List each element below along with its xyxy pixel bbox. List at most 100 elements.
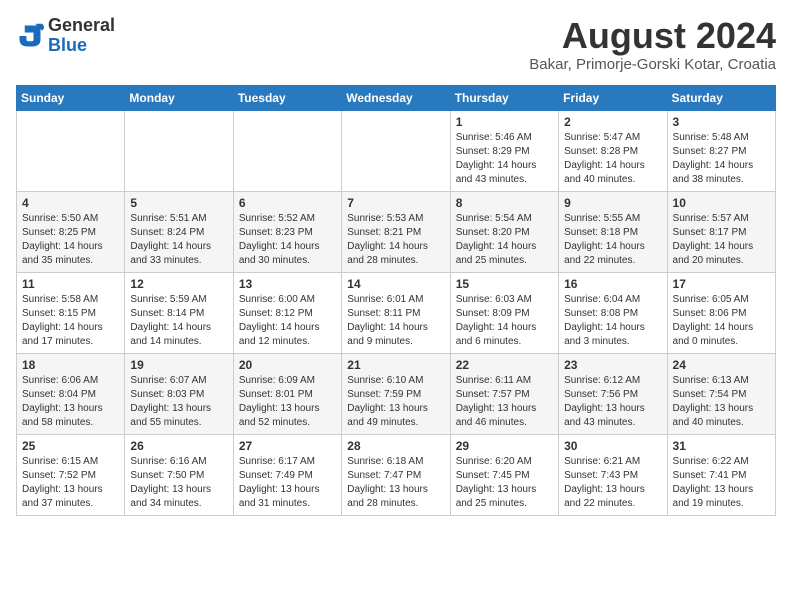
day-detail: Sunrise: 6:01 AM Sunset: 8:11 PM Dayligh… xyxy=(347,293,444,349)
day-number: 17 xyxy=(673,277,770,291)
month-year-title: August 2024 xyxy=(529,16,776,56)
logo-general: General xyxy=(48,15,115,35)
day-detail: Sunrise: 6:17 AM Sunset: 7:49 PM Dayligh… xyxy=(239,455,336,511)
day-of-week-header: Wednesday xyxy=(342,85,450,110)
calendar-day-cell: 23 Sunrise: 6:12 AM Sunset: 7:56 PM Dayli… xyxy=(559,353,667,434)
title-block: August 2024 Bakar, Primorje-Gorski Kotar… xyxy=(529,16,776,73)
day-number: 23 xyxy=(564,358,661,372)
day-detail: Sunrise: 5:52 AM Sunset: 8:23 PM Dayligh… xyxy=(239,212,336,268)
day-number: 6 xyxy=(239,196,336,210)
day-detail: Sunrise: 6:11 AM Sunset: 7:57 PM Dayligh… xyxy=(456,374,553,430)
day-number: 7 xyxy=(347,196,444,210)
location-subtitle: Bakar, Primorje-Gorski Kotar, Croatia xyxy=(529,56,776,73)
day-detail: Sunrise: 5:55 AM Sunset: 8:18 PM Dayligh… xyxy=(564,212,661,268)
day-of-week-header: Saturday xyxy=(667,85,775,110)
day-number: 31 xyxy=(673,439,770,453)
day-number: 15 xyxy=(456,277,553,291)
day-number: 4 xyxy=(22,196,119,210)
day-number: 22 xyxy=(456,358,553,372)
calendar-day-cell: 28 Sunrise: 6:18 AM Sunset: 7:47 PM Dayli… xyxy=(342,434,450,515)
day-of-week-header: Sunday xyxy=(17,85,125,110)
day-number: 1 xyxy=(456,115,553,129)
day-of-week-header: Tuesday xyxy=(233,85,341,110)
day-number: 13 xyxy=(239,277,336,291)
calendar-day-cell: 13 Sunrise: 6:00 AM Sunset: 8:12 PM Dayli… xyxy=(233,272,341,353)
calendar-day-cell: 6 Sunrise: 5:52 AM Sunset: 8:23 PM Daylig… xyxy=(233,191,341,272)
calendar-day-cell: 30 Sunrise: 6:21 AM Sunset: 7:43 PM Dayli… xyxy=(559,434,667,515)
calendar-day-cell: 7 Sunrise: 5:53 AM Sunset: 8:21 PM Daylig… xyxy=(342,191,450,272)
page-header: General Blue August 2024 Bakar, Primorje… xyxy=(16,16,776,73)
day-detail: Sunrise: 6:12 AM Sunset: 7:56 PM Dayligh… xyxy=(564,374,661,430)
logo: General Blue xyxy=(16,16,115,56)
calendar-day-cell: 9 Sunrise: 5:55 AM Sunset: 8:18 PM Daylig… xyxy=(559,191,667,272)
day-number: 26 xyxy=(130,439,227,453)
calendar-day-cell: 16 Sunrise: 6:04 AM Sunset: 8:08 PM Dayli… xyxy=(559,272,667,353)
day-detail: Sunrise: 5:54 AM Sunset: 8:20 PM Dayligh… xyxy=(456,212,553,268)
calendar-week-row: 1 Sunrise: 5:46 AM Sunset: 8:29 PM Daylig… xyxy=(17,110,776,191)
calendar-day-cell: 24Sunrise: 6:13 AM Sunset: 7:54 PM Dayli… xyxy=(667,353,775,434)
day-detail: Sunrise: 6:06 AM Sunset: 8:04 PM Dayligh… xyxy=(22,374,119,430)
calendar-day-cell: 8Sunrise: 5:54 AM Sunset: 8:20 PM Daylig… xyxy=(450,191,558,272)
calendar-day-cell: 21 Sunrise: 6:10 AM Sunset: 7:59 PM Dayli… xyxy=(342,353,450,434)
day-detail: Sunrise: 6:07 AM Sunset: 8:03 PM Dayligh… xyxy=(130,374,227,430)
calendar-day-cell: 15 Sunrise: 6:03 AM Sunset: 8:09 PM Dayli… xyxy=(450,272,558,353)
calendar-table: SundayMondayTuesdayWednesdayThursdayFrid… xyxy=(16,85,776,516)
calendar-day-cell: 1 Sunrise: 5:46 AM Sunset: 8:29 PM Daylig… xyxy=(450,110,558,191)
logo-blue: Blue xyxy=(48,35,87,55)
day-number: 21 xyxy=(347,358,444,372)
day-detail: Sunrise: 6:10 AM Sunset: 7:59 PM Dayligh… xyxy=(347,374,444,430)
day-number: 14 xyxy=(347,277,444,291)
calendar-day-cell xyxy=(125,110,233,191)
day-detail: Sunrise: 6:22 AM Sunset: 7:41 PM Dayligh… xyxy=(673,455,770,511)
day-number: 5 xyxy=(130,196,227,210)
day-number: 12 xyxy=(130,277,227,291)
day-number: 10 xyxy=(673,196,770,210)
day-detail: Sunrise: 5:53 AM Sunset: 8:21 PM Dayligh… xyxy=(347,212,444,268)
day-number: 24 xyxy=(673,358,770,372)
day-number: 18 xyxy=(22,358,119,372)
calendar-day-cell: 26Sunrise: 6:16 AM Sunset: 7:50 PM Dayli… xyxy=(125,434,233,515)
day-detail: Sunrise: 5:51 AM Sunset: 8:24 PM Dayligh… xyxy=(130,212,227,268)
day-detail: Sunrise: 6:18 AM Sunset: 7:47 PM Dayligh… xyxy=(347,455,444,511)
day-detail: Sunrise: 6:09 AM Sunset: 8:01 PM Dayligh… xyxy=(239,374,336,430)
day-detail: Sunrise: 5:50 AM Sunset: 8:25 PM Dayligh… xyxy=(22,212,119,268)
day-number: 25 xyxy=(22,439,119,453)
calendar-day-cell: 14 Sunrise: 6:01 AM Sunset: 8:11 PM Dayli… xyxy=(342,272,450,353)
day-detail: Sunrise: 5:58 AM Sunset: 8:15 PM Dayligh… xyxy=(22,293,119,349)
day-number: 29 xyxy=(456,439,553,453)
day-of-week-header: Friday xyxy=(559,85,667,110)
day-detail: Sunrise: 6:03 AM Sunset: 8:09 PM Dayligh… xyxy=(456,293,553,349)
day-detail: Sunrise: 6:00 AM Sunset: 8:12 PM Dayligh… xyxy=(239,293,336,349)
day-detail: Sunrise: 6:04 AM Sunset: 8:08 PM Dayligh… xyxy=(564,293,661,349)
day-number: 3 xyxy=(673,115,770,129)
calendar-day-cell xyxy=(17,110,125,191)
calendar-day-cell: 11 Sunrise: 5:58 AM Sunset: 8:15 PM Dayli… xyxy=(17,272,125,353)
calendar-day-cell xyxy=(233,110,341,191)
day-number: 28 xyxy=(347,439,444,453)
day-detail: Sunrise: 5:47 AM Sunset: 8:28 PM Dayligh… xyxy=(564,131,661,187)
day-detail: Sunrise: 6:21 AM Sunset: 7:43 PM Dayligh… xyxy=(564,455,661,511)
calendar-day-cell: 29 Sunrise: 6:20 AM Sunset: 7:45 PM Dayli… xyxy=(450,434,558,515)
day-number: 16 xyxy=(564,277,661,291)
calendar-day-cell: 5 Sunrise: 5:51 AM Sunset: 8:24 PM Daylig… xyxy=(125,191,233,272)
calendar-day-cell: 22 Sunrise: 6:11 AM Sunset: 7:57 PM Dayli… xyxy=(450,353,558,434)
day-number: 11 xyxy=(22,277,119,291)
day-detail: Sunrise: 6:15 AM Sunset: 7:52 PM Dayligh… xyxy=(22,455,119,511)
day-detail: Sunrise: 5:46 AM Sunset: 8:29 PM Dayligh… xyxy=(456,131,553,187)
day-number: 19 xyxy=(130,358,227,372)
day-detail: Sunrise: 6:20 AM Sunset: 7:45 PM Dayligh… xyxy=(456,455,553,511)
calendar-day-cell: 10Sunrise: 5:57 AM Sunset: 8:17 PM Dayli… xyxy=(667,191,775,272)
day-number: 9 xyxy=(564,196,661,210)
calendar-week-row: 25 Sunrise: 6:15 AM Sunset: 7:52 PM Dayli… xyxy=(17,434,776,515)
calendar-day-cell: 31 Sunrise: 6:22 AM Sunset: 7:41 PM Dayli… xyxy=(667,434,775,515)
calendar-day-cell xyxy=(342,110,450,191)
day-number: 30 xyxy=(564,439,661,453)
logo-text: General Blue xyxy=(48,16,115,56)
day-detail: Sunrise: 5:48 AM Sunset: 8:27 PM Dayligh… xyxy=(673,131,770,187)
day-number: 20 xyxy=(239,358,336,372)
day-of-week-header: Monday xyxy=(125,85,233,110)
day-detail: Sunrise: 6:05 AM Sunset: 8:06 PM Dayligh… xyxy=(673,293,770,349)
calendar-day-cell: 3 Sunrise: 5:48 AM Sunset: 8:27 PM Daylig… xyxy=(667,110,775,191)
calendar-header-row: SundayMondayTuesdayWednesdayThursdayFrid… xyxy=(17,85,776,110)
calendar-day-cell: 4 Sunrise: 5:50 AM Sunset: 8:25 PM Daylig… xyxy=(17,191,125,272)
